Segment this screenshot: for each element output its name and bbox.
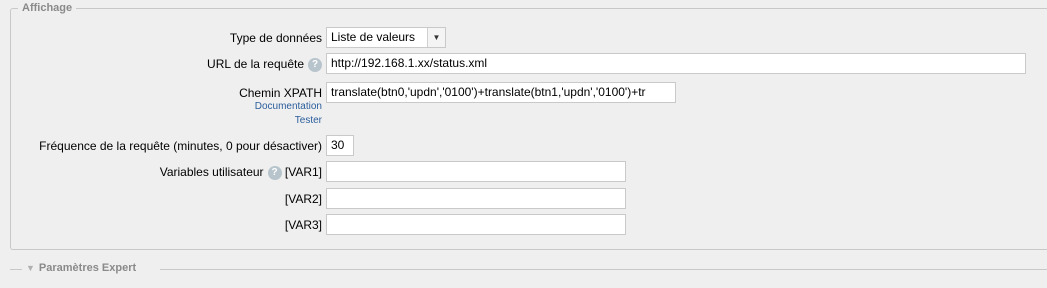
request-url-input[interactable]: http://192.168.1.xx/status.xml: [326, 53, 1026, 74]
var3-input[interactable]: [326, 214, 626, 235]
expert-toggle[interactable]: ▼ Paramètres Expert: [22, 262, 141, 274]
user-vars-label: Variables utilisateur: [159, 165, 264, 179]
user-vars-label-wrap: Variables utilisateur? [VAR1]: [0, 161, 322, 183]
request-url-label-wrap: URL de la requête?: [0, 53, 322, 75]
help-icon[interactable]: ?: [308, 57, 322, 72]
chevron-down-icon[interactable]: ▼: [427, 28, 445, 47]
data-type-select[interactable]: Liste de valeurs ▼: [326, 27, 446, 48]
frequency-input[interactable]: 30: [326, 135, 354, 156]
xpath-row: Chemin XPATH translate(btn0,'updn','0100…: [0, 82, 1047, 104]
xpath-input[interactable]: translate(btn0,'updn','0100')+translate(…: [326, 82, 676, 103]
frequency-row: Fréquence de la requête (minutes, 0 pour…: [0, 135, 1047, 157]
divider: [160, 269, 1047, 270]
affichage-legend: Affichage: [18, 2, 77, 14]
expert-section[interactable]: ▼ Paramètres Expert: [10, 262, 1047, 276]
var1-label: [VAR1]: [284, 165, 322, 179]
data-type-label: Type de données: [229, 31, 322, 45]
data-type-value: Liste de valeurs: [331, 30, 416, 44]
var2-input[interactable]: [326, 188, 626, 209]
var3-row: [VAR3]: [0, 214, 1047, 236]
var1-row: Variables utilisateur? [VAR1]: [0, 161, 1047, 183]
frequency-label: Fréquence de la requête (minutes, 0 pour…: [39, 139, 322, 153]
help-icon[interactable]: ?: [267, 165, 282, 180]
var2-label: [VAR2]: [284, 192, 322, 206]
tester-link[interactable]: Tester: [295, 115, 322, 126]
data-type-row: Type de données Liste de valeurs ▼: [0, 27, 1047, 49]
expert-title: Paramètres Expert: [38, 262, 137, 274]
var1-input[interactable]: [326, 161, 626, 182]
request-url-label: URL de la requête: [207, 57, 304, 71]
var2-row: [VAR2]: [0, 188, 1047, 210]
chevron-down-icon: ▼: [26, 263, 35, 273]
documentation-link[interactable]: Documentation: [255, 101, 322, 112]
request-url-row: URL de la requête? http://192.168.1.xx/s…: [0, 53, 1047, 75]
var3-label: [VAR3]: [284, 218, 322, 232]
